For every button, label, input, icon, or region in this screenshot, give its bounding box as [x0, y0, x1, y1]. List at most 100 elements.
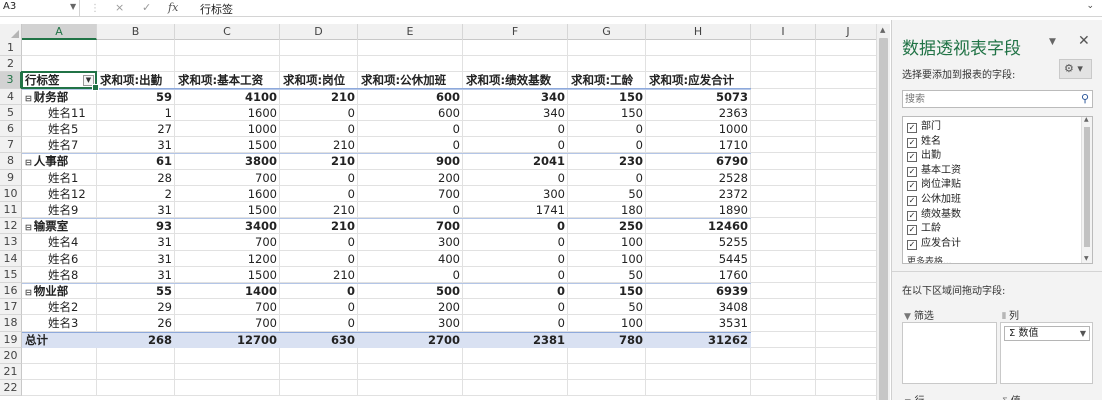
collapse-icon[interactable]: ⊟	[25, 155, 32, 169]
value-cell[interactable]: 150	[568, 89, 646, 105]
value-cell[interactable]: 340	[463, 89, 568, 105]
row-header-12[interactable]: 12	[0, 218, 22, 235]
value-cell[interactable]: 340	[463, 105, 568, 121]
confirm-icon[interactable]: ✓	[142, 1, 151, 14]
value-cell[interactable]: 3531	[646, 315, 751, 331]
value-cell[interactable]: 27	[97, 121, 175, 137]
column-header-i[interactable]: I	[751, 24, 816, 40]
value-cell[interactable]: 3408	[646, 299, 751, 315]
scroll-up-icon[interactable]: ▲	[880, 26, 885, 34]
value-cell[interactable]: 3400	[175, 218, 280, 234]
field-checkbox[interactable]: ✓	[907, 152, 917, 163]
value-cell[interactable]: 1741	[463, 202, 568, 218]
row-header-19[interactable]: 19	[0, 331, 22, 348]
value-cell[interactable]: 50	[568, 186, 646, 202]
value-cell[interactable]: 700	[175, 170, 280, 186]
value-cell[interactable]: 31	[97, 202, 175, 218]
employee-label-cell[interactable]: 姓名3	[22, 315, 97, 331]
scrollbar-thumb[interactable]	[879, 38, 888, 400]
value-cell[interactable]: 4100	[175, 89, 280, 105]
value-cell[interactable]: 2372	[646, 186, 751, 202]
employee-label-cell[interactable]: 姓名7	[22, 137, 97, 153]
collapse-icon[interactable]: ⊟	[25, 91, 32, 105]
row-header-10[interactable]: 10	[0, 185, 22, 202]
value-cell[interactable]: 1400	[175, 283, 280, 299]
row-header-7[interactable]: 7	[0, 137, 22, 154]
field-item[interactable]: ✓ 姓名	[907, 135, 941, 149]
value-cell[interactable]: 210	[280, 153, 358, 169]
pivot-header-cell[interactable]: 求和项:岗位	[280, 72, 358, 88]
column-header-j[interactable]: J	[816, 24, 876, 40]
value-cell[interactable]: 3800	[175, 153, 280, 169]
value-cell[interactable]: 0	[280, 315, 358, 331]
value-cell[interactable]: 0	[280, 251, 358, 267]
employee-label-cell[interactable]: 姓名11	[22, 105, 97, 121]
value-cell[interactable]: 2528	[646, 170, 751, 186]
field-search-input[interactable]	[903, 91, 1075, 107]
row-header-6[interactable]: 6	[0, 121, 22, 138]
value-cell[interactable]: 700	[358, 218, 463, 234]
pivot-header-cell[interactable]: 求和项:工龄	[568, 72, 646, 88]
scroll-down-icon[interactable]: ▼	[1084, 255, 1089, 262]
value-cell[interactable]: 300	[358, 234, 463, 250]
value-cell[interactable]: 300	[358, 315, 463, 331]
value-cell[interactable]: 0	[568, 170, 646, 186]
sheet-vertical-scrollbar[interactable]: ▲	[876, 24, 890, 400]
grand-total-value[interactable]: 780	[568, 332, 646, 348]
column-header-f[interactable]: F	[463, 24, 568, 40]
value-cell[interactable]: 1500	[175, 202, 280, 218]
row-header-18[interactable]: 18	[0, 315, 22, 332]
value-cell[interactable]: 6790	[646, 153, 751, 169]
value-cell[interactable]: 0	[568, 121, 646, 137]
value-cell[interactable]: 700	[175, 315, 280, 331]
search-icon[interactable]: ⚲	[1081, 92, 1089, 105]
grand-total-value[interactable]: 2381	[463, 332, 568, 348]
value-cell[interactable]: 700	[358, 186, 463, 202]
field-item[interactable]: ✓ 岗位津贴	[907, 178, 961, 192]
value-cell[interactable]: 150	[568, 105, 646, 121]
value-cell[interactable]: 1500	[175, 267, 280, 283]
row-header-21[interactable]: 21	[0, 364, 22, 381]
employee-label-cell[interactable]: 姓名2	[22, 299, 97, 315]
row-header-9[interactable]: 9	[0, 169, 22, 186]
value-cell[interactable]: 210	[280, 267, 358, 283]
value-cell[interactable]: 230	[568, 153, 646, 169]
field-checkbox[interactable]: ✓	[907, 239, 917, 250]
field-list-scrollbar[interactable]: ▲ ▼	[1081, 117, 1092, 263]
employee-label-cell[interactable]: 姓名1	[22, 170, 97, 186]
value-cell[interactable]: 210	[280, 218, 358, 234]
row-header-8[interactable]: 8	[0, 153, 22, 170]
value-cell[interactable]: 59	[97, 89, 175, 105]
cancel-icon[interactable]: ×	[115, 1, 124, 14]
row-header-5[interactable]: 5	[0, 104, 22, 121]
value-cell[interactable]: 300	[463, 186, 568, 202]
row-header-13[interactable]: 13	[0, 234, 22, 251]
field-item[interactable]: ✓ 出勤	[907, 149, 941, 163]
department-label-cell[interactable]: ⊟ 物业部	[22, 283, 97, 299]
value-cell[interactable]: 210	[280, 202, 358, 218]
value-cell[interactable]: 100	[568, 315, 646, 331]
row-header-16[interactable]: 16	[0, 283, 22, 300]
name-box[interactable]: A3	[0, 0, 80, 16]
value-cell[interactable]: 0	[463, 299, 568, 315]
value-cell[interactable]: 0	[280, 234, 358, 250]
value-cell[interactable]: 12460	[646, 218, 751, 234]
value-cell[interactable]: 700	[175, 299, 280, 315]
pivot-header-cell[interactable]: 求和项:基本工资	[175, 72, 280, 88]
value-cell[interactable]: 0	[280, 186, 358, 202]
field-item[interactable]: ✓ 部门	[907, 120, 941, 134]
value-cell[interactable]: 5073	[646, 89, 751, 105]
close-icon[interactable]: ✕	[1078, 33, 1090, 49]
field-search-box[interactable]: ⚲	[902, 90, 1093, 108]
collapse-icon[interactable]: ⊟	[25, 220, 32, 234]
value-cell[interactable]: 1200	[175, 251, 280, 267]
more-tables-link[interactable]: 更多表格...	[907, 254, 952, 263]
value-cell[interactable]: 400	[358, 251, 463, 267]
value-cell[interactable]: 29	[97, 299, 175, 315]
value-cell[interactable]: 2363	[646, 105, 751, 121]
field-item[interactable]: ✓ 绩效基数	[907, 208, 961, 222]
value-cell[interactable]: 600	[358, 89, 463, 105]
value-cell[interactable]: 0	[463, 251, 568, 267]
filters-drop-area[interactable]	[902, 322, 997, 384]
pivot-header-cell[interactable]: 求和项:出勤	[97, 72, 175, 88]
